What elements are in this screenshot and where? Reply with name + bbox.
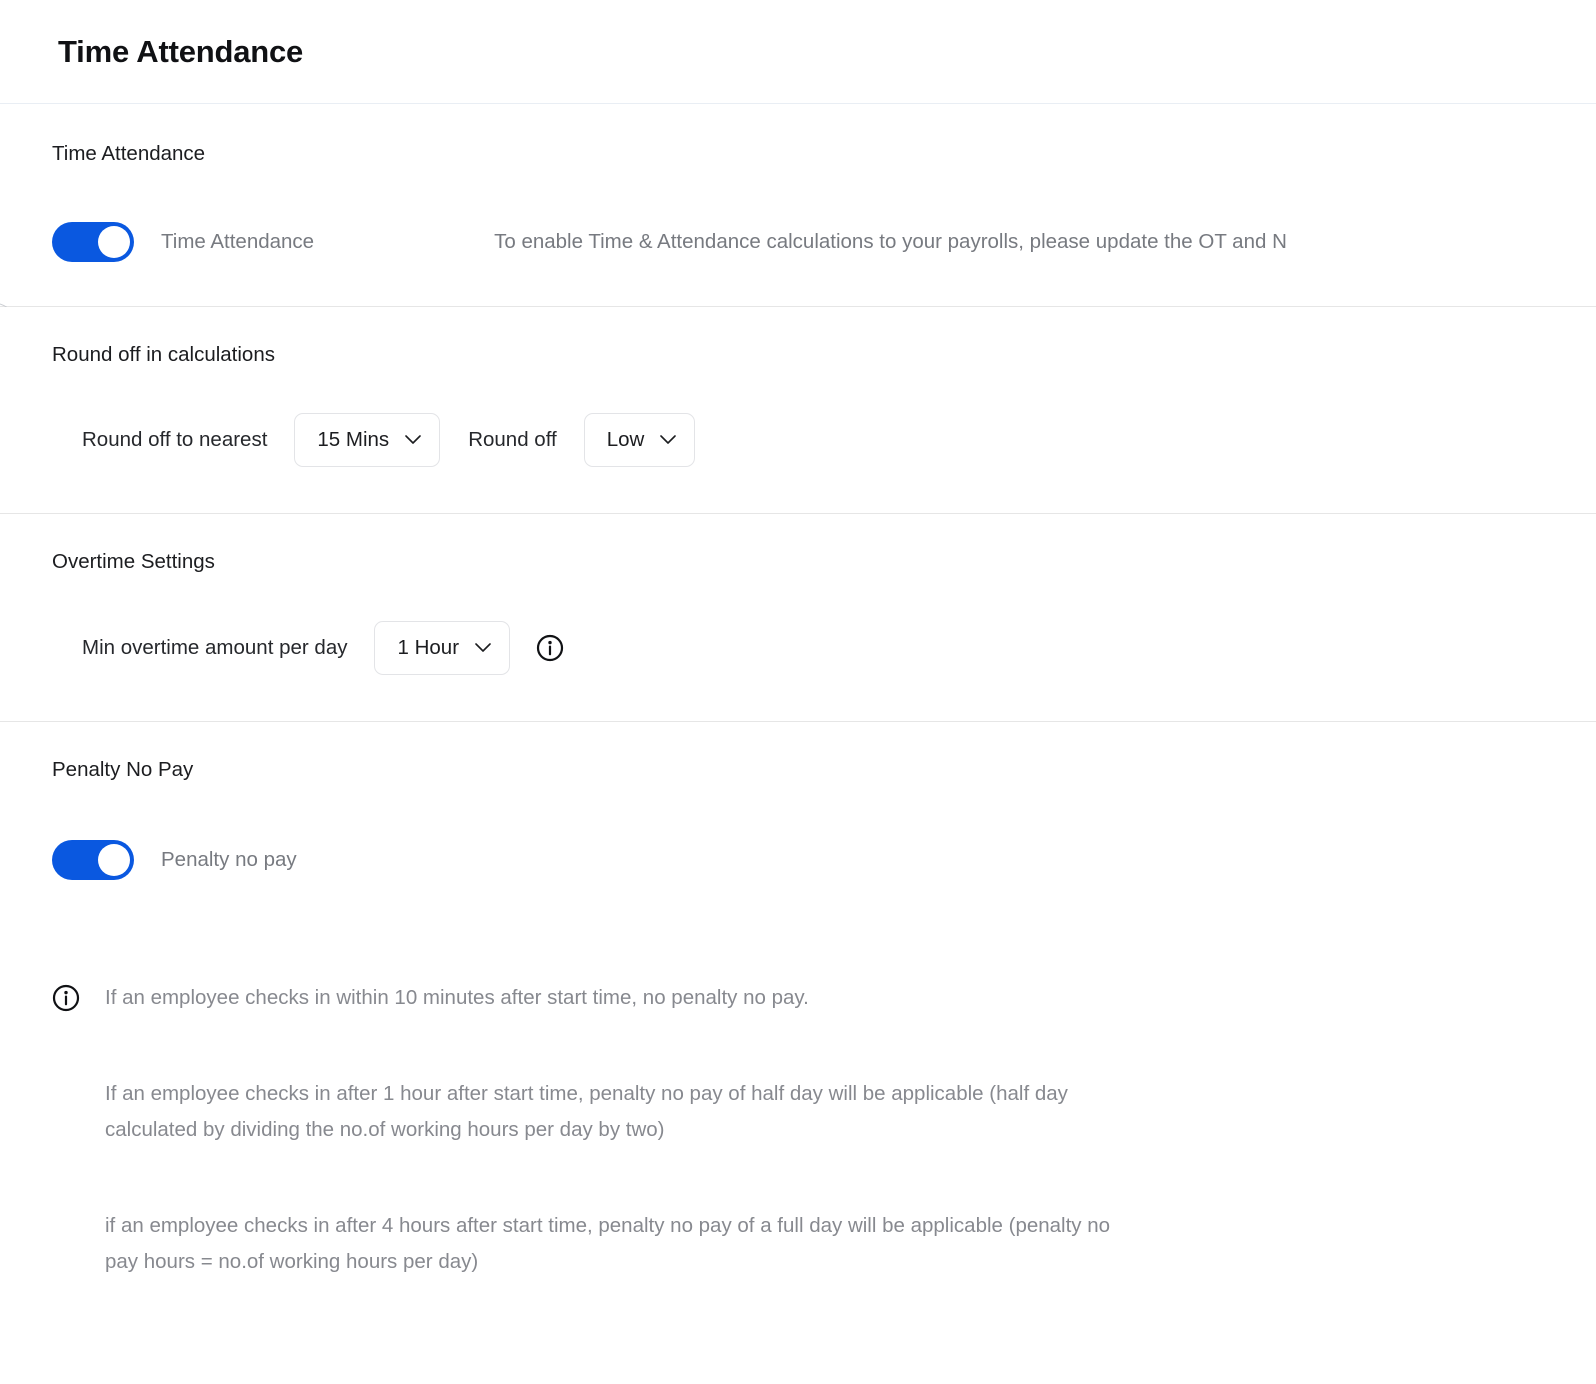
penalty-no-pay-toggle[interactable]: [52, 839, 134, 880]
info-icon[interactable]: [536, 634, 564, 662]
min-overtime-label: Min overtime amount per day: [82, 635, 348, 659]
penalty-no-pay-toggle-label: Penalty no pay: [161, 847, 297, 871]
time-attendance-toggle[interactable]: [52, 221, 134, 262]
note-icon-spacer: [52, 1212, 80, 1240]
page-title: Time Attendance: [58, 33, 304, 69]
note-item: If an employee checks in within 10 minut…: [52, 980, 1596, 1016]
time-attendance-row: Time Attendance To enable Time & Attenda…: [52, 221, 1596, 262]
round-off-nearest-select[interactable]: 15 Mins: [294, 412, 441, 467]
round-off-direction-select[interactable]: Low: [583, 412, 696, 467]
note-text: If an employee checks in within 10 minut…: [105, 986, 809, 1009]
section-title-overtime: Overtime Settings: [52, 550, 215, 573]
time-attendance-toggle-label: Time Attendance: [161, 229, 315, 253]
section-title-time-attendance: Time Attendance: [52, 142, 206, 165]
note-text: If an employee checks in after 1 hour af…: [105, 1082, 1068, 1141]
note-item: If an employee checks in after 1 hour af…: [52, 1076, 1596, 1148]
note-item: if an employee checks in after 4 hours a…: [52, 1208, 1596, 1280]
chevron-down-icon: [475, 642, 491, 653]
page-header: Time Attendance: [0, 0, 1596, 104]
round-off-direction-value: Low: [606, 427, 645, 451]
round-off-nearest-value: 15 Mins: [317, 427, 390, 451]
section-penalty-no-pay: Penalty No Pay Penalty no pay: [0, 722, 1596, 932]
round-off-controls-row: Round off to nearest 15 Mins Round off L…: [52, 412, 1596, 467]
min-overtime-select[interactable]: 1 Hour: [374, 620, 511, 675]
section-round-off: Round off in calculations Round off to n…: [0, 307, 1596, 514]
round-off-nearest-label: Round off to nearest: [82, 427, 268, 451]
round-off-direction-label: Round off: [468, 427, 557, 451]
chevron-down-icon: [660, 434, 677, 445]
toggle-knob: [98, 843, 130, 876]
section-overtime-settings: Overtime Settings Min overtime amount pe…: [0, 514, 1596, 722]
note-text: if an employee checks in after 4 hours a…: [105, 1214, 1111, 1273]
section-title-penalty: Penalty No Pay: [52, 758, 194, 781]
min-overtime-value: 1 Hour: [397, 635, 460, 659]
section-title-round-off: Round off in calculations: [52, 343, 275, 366]
chevron-down-icon: [405, 434, 421, 445]
penalty-notes: If an employee checks in within 10 minut…: [0, 932, 1596, 1280]
section-time-attendance: Time Attendance Time Attendance To enabl…: [0, 104, 1596, 366]
info-icon: [52, 984, 80, 1012]
time-attendance-description: To enable Time & Attendance calculations…: [494, 229, 1287, 253]
note-icon-spacer: [52, 1080, 80, 1108]
penalty-no-pay-row: Penalty no pay: [52, 839, 1596, 880]
toggle-knob: [98, 225, 130, 258]
overtime-controls-row: Min overtime amount per day 1 Hour: [52, 620, 1596, 675]
